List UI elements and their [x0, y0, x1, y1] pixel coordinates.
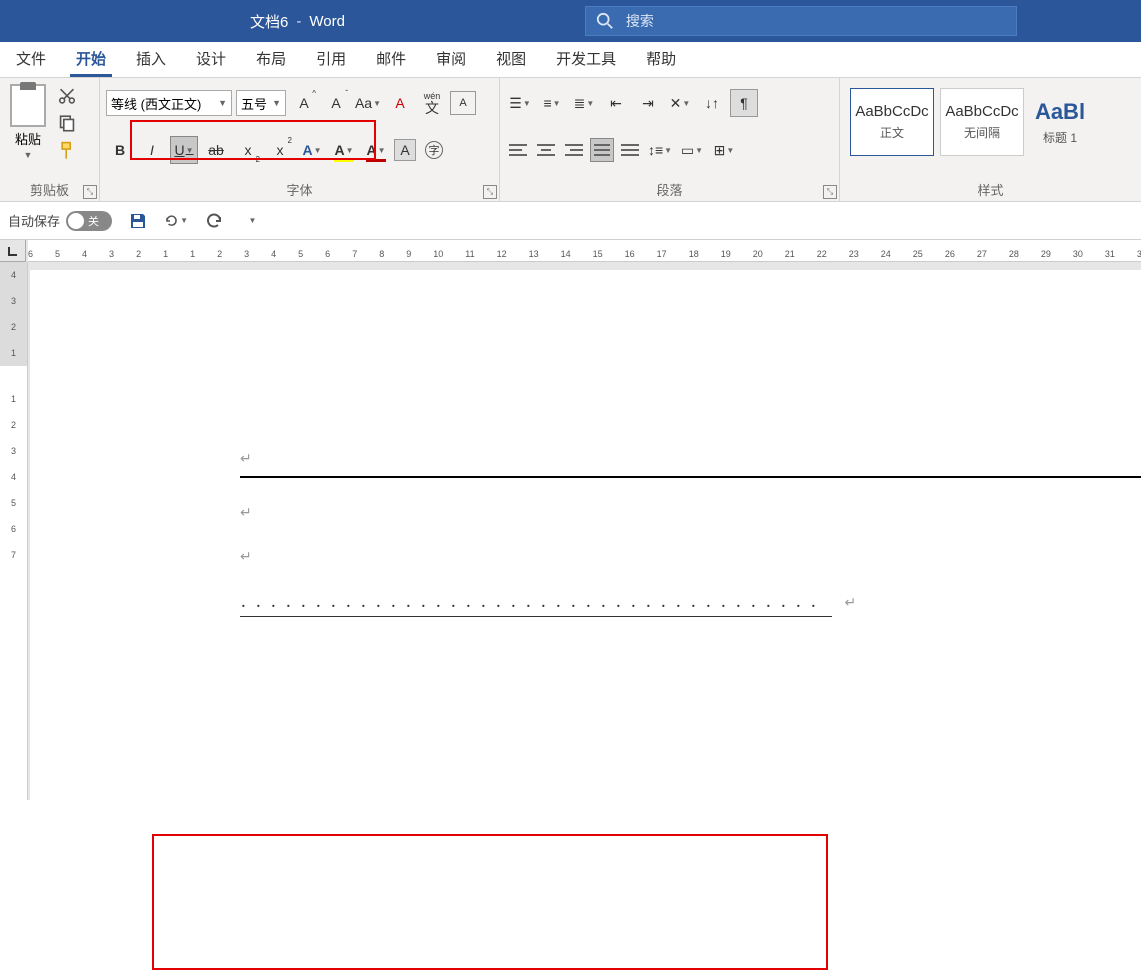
shrink-font-button[interactable]: Aˇ: [322, 89, 350, 117]
style-no-spacing[interactable]: AaBbCcDc 无间隔: [940, 88, 1024, 156]
sort-button[interactable]: ↓↑: [698, 89, 726, 117]
paragraph-mark: ↵: [240, 504, 252, 520]
show-marks-button[interactable]: ¶: [730, 89, 758, 117]
qat-customize-button[interactable]: ▼: [240, 209, 264, 233]
group-paragraph: ☰▼ ≡▼ ≣▼ ⇤ ⇥ ✕▼ ↓↑ ¶ ↕≡▼ ▭▼ ⊞▼ 段落 ⤡: [500, 78, 840, 201]
text-effects-button[interactable]: A▼: [298, 136, 326, 164]
styles-label: 样式: [846, 180, 1135, 199]
borders-button[interactable]: ⊞▼: [710, 136, 738, 164]
align-left-button[interactable]: [506, 138, 530, 162]
dotted-underline-text: ．．．．．．．．．．．．．．．．．．．．．．．．．．．．．．．．．．．．．．．: [240, 592, 832, 617]
tab-design[interactable]: 设计: [190, 42, 232, 77]
subscript-button[interactable]: x2: [234, 136, 262, 164]
paragraph-dialog-launcher[interactable]: ⤡: [823, 185, 837, 199]
phonetic-guide-button[interactable]: wén文: [418, 89, 446, 117]
format-painter-icon[interactable]: [56, 141, 78, 160]
paragraph-mark: ↵: [240, 548, 252, 564]
search-box[interactable]: 搜索: [585, 6, 1017, 36]
cut-icon[interactable]: [56, 86, 78, 105]
autosave-toggle[interactable]: 关: [66, 211, 112, 231]
tab-review[interactable]: 审阅: [430, 42, 472, 77]
group-font: 等线 (西文正文)▼ 五号▼ A^ Aˇ Aa▼ A wén文 A B I U▼…: [100, 78, 500, 201]
paste-dropdown-arrow[interactable]: ▼: [24, 150, 33, 160]
redo-button[interactable]: [202, 209, 226, 233]
multilevel-list-button[interactable]: ≣▼: [570, 89, 598, 117]
autosave-label: 自动保存: [8, 211, 60, 230]
font-color-button[interactable]: A▼: [362, 136, 390, 164]
font-size-combo[interactable]: 五号▼: [236, 90, 286, 116]
superscript-button[interactable]: x2: [266, 136, 294, 164]
quick-access-toolbar: 自动保存 关 ▼ ▼: [0, 202, 1141, 240]
change-case-button[interactable]: Aa▼: [354, 89, 382, 117]
paste-label: 粘贴: [15, 129, 41, 148]
tab-mailings[interactable]: 邮件: [370, 42, 412, 77]
document-name: 文档6: [250, 11, 288, 32]
document-page[interactable]: ↵ ↵ ↵ ．．．．．．．．．．．．．．．．．．．．．．．．．．．．．．．．．．…: [30, 270, 1141, 800]
font-dialog-launcher[interactable]: ⤡: [483, 185, 497, 199]
horizontal-rule: [240, 476, 1141, 478]
align-center-button[interactable]: [534, 138, 558, 162]
tab-stop-selector[interactable]: [0, 240, 26, 262]
grow-font-button[interactable]: A^: [290, 89, 318, 117]
highlight-button[interactable]: A▼: [330, 136, 358, 164]
tab-layout[interactable]: 布局: [250, 42, 292, 77]
paragraph-label: 段落: [506, 180, 833, 199]
character-border-button[interactable]: A: [450, 91, 476, 115]
copy-icon[interactable]: [56, 113, 78, 132]
group-clipboard: 粘贴 ▼ 剪贴板 ⤡: [0, 78, 100, 201]
increase-indent-button[interactable]: ⇥: [634, 89, 662, 117]
clipboard-dialog-launcher[interactable]: ⤡: [83, 185, 97, 199]
line-spacing-button[interactable]: ↕≡▼: [646, 136, 674, 164]
shading-button[interactable]: ▭▼: [678, 136, 706, 164]
tab-view[interactable]: 视图: [490, 42, 532, 77]
tab-developer[interactable]: 开发工具: [550, 42, 622, 77]
save-button[interactable]: [126, 209, 150, 233]
vertical-ruler[interactable]: 43211234567: [0, 262, 28, 800]
strikethrough-button[interactable]: ab: [202, 136, 230, 164]
font-label: 字体: [106, 180, 493, 199]
distribute-button[interactable]: [618, 138, 642, 162]
bullets-button[interactable]: ☰▼: [506, 89, 534, 117]
tab-help[interactable]: 帮助: [640, 42, 682, 77]
editor-area: 6543211234567891011121314151617181920212…: [0, 240, 1141, 800]
title-bar: 文档6 - Word 搜索: [0, 0, 1141, 42]
search-placeholder: 搜索: [626, 11, 654, 31]
align-right-button[interactable]: [562, 138, 586, 162]
clipboard-label: 剪贴板: [6, 180, 93, 199]
tab-insert[interactable]: 插入: [130, 42, 172, 77]
clear-formatting-button[interactable]: A: [386, 89, 414, 117]
ribbon-tabs: 文件 开始 插入 设计 布局 引用 邮件 审阅 视图 开发工具 帮助: [0, 42, 1141, 78]
ribbon-content: 粘贴 ▼ 剪贴板 ⤡ 等线 (西文正文)▼ 五号▼ A^ Aˇ Aa▼ A wé…: [0, 78, 1141, 202]
app-name: Word: [309, 13, 345, 30]
tab-home[interactable]: 开始: [70, 42, 112, 77]
enclose-characters-button[interactable]: 字: [420, 136, 448, 164]
title-separator: -: [296, 13, 301, 30]
tab-references[interactable]: 引用: [310, 42, 352, 77]
decrease-indent-button[interactable]: ⇤: [602, 89, 630, 117]
paste-button[interactable]: 粘贴 ▼: [6, 84, 50, 160]
tab-file[interactable]: 文件: [10, 42, 52, 77]
underline-button[interactable]: U▼: [170, 136, 198, 164]
undo-button[interactable]: ▼: [164, 209, 188, 233]
style-heading1[interactable]: AaBl 标题 1: [1030, 88, 1090, 156]
paste-icon: [10, 84, 46, 127]
group-styles: AaBbCcDc 正文 AaBbCcDc 无间隔 AaBl 标题 1 样式: [840, 78, 1141, 201]
italic-button[interactable]: I: [138, 136, 166, 164]
bold-button[interactable]: B: [106, 136, 134, 164]
horizontal-ruler[interactable]: 6543211234567891011121314151617181920212…: [28, 240, 1141, 262]
align-justify-button[interactable]: [590, 138, 614, 162]
paragraph-mark: ↵: [240, 450, 252, 466]
asian-layout-button[interactable]: ✕▼: [666, 89, 694, 117]
highlight-box-document: [152, 834, 828, 970]
search-icon: [596, 12, 614, 30]
character-shading-button[interactable]: A: [394, 139, 416, 161]
style-normal[interactable]: AaBbCcDc 正文: [850, 88, 934, 156]
numbering-button[interactable]: ≡▼: [538, 89, 566, 117]
paragraph-mark: ↵: [844, 594, 856, 610]
font-name-combo[interactable]: 等线 (西文正文)▼: [106, 90, 232, 116]
